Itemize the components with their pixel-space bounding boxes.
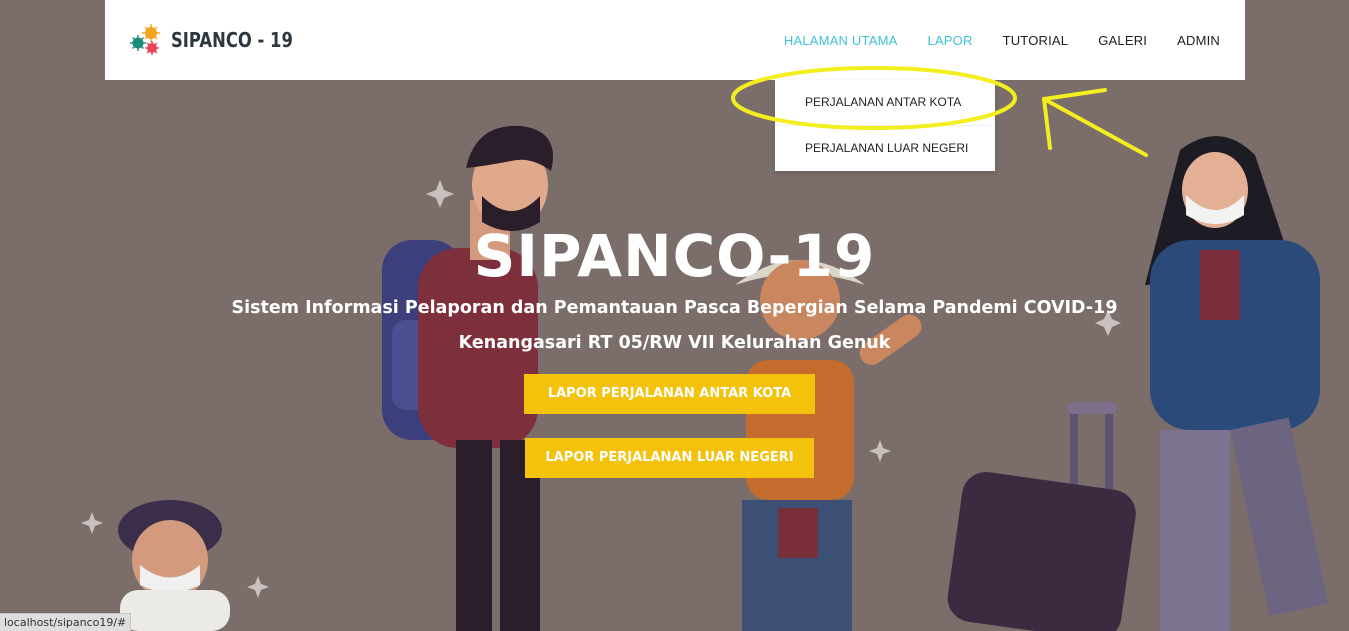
top-navbar: SIPANCO - 19 HALAMAN UTAMA LAPOR TUTORIA… [105, 0, 1245, 80]
lapor-dropdown-menu: PERJALANAN ANTAR KOTA PERJALANAN LUAR NE… [775, 80, 995, 171]
brand[interactable]: SIPANCO - 19 [129, 22, 320, 58]
dropdown-item-perjalanan-antar-kota[interactable]: PERJALANAN ANTAR KOTA [775, 80, 995, 125]
nav-lapor[interactable]: LAPOR [927, 33, 972, 48]
nav-tutorial[interactable]: TUTORIAL [1003, 33, 1069, 48]
traveler-woman-illustration [947, 136, 1329, 631]
main-nav: HALAMAN UTAMA LAPOR TUTORIAL GALERI ADMI… [769, 0, 1245, 80]
status-bar-url: localhost/sipanco19/# [0, 613, 132, 631]
hero-subtitle: Sistem Informasi Pelaporan dan Pemantaua… [231, 298, 1118, 318]
virus-cluster-logo [130, 24, 160, 55]
hero-location: Kenangasari RT 05/RW VII Kelurahan Genuk [458, 333, 891, 353]
hero-title: SIPANCO-19 [473, 222, 876, 290]
kid-illustration [118, 500, 230, 631]
nav-admin[interactable]: ADMIN [1177, 33, 1220, 48]
lapor-antar-kota-button[interactable]: LAPOR PERJALANAN ANTAR KOTA [524, 374, 815, 414]
brand-name: SIPANCO - 19 [171, 28, 293, 52]
nav-halaman-utama[interactable]: HALAMAN UTAMA [784, 33, 898, 48]
dropdown-item-perjalanan-luar-negeri[interactable]: PERJALANAN LUAR NEGERI [775, 125, 995, 171]
nav-galeri[interactable]: GALERI [1098, 33, 1147, 48]
lapor-luar-negeri-button[interactable]: LAPOR PERJALANAN LUAR NEGERI [525, 438, 814, 478]
